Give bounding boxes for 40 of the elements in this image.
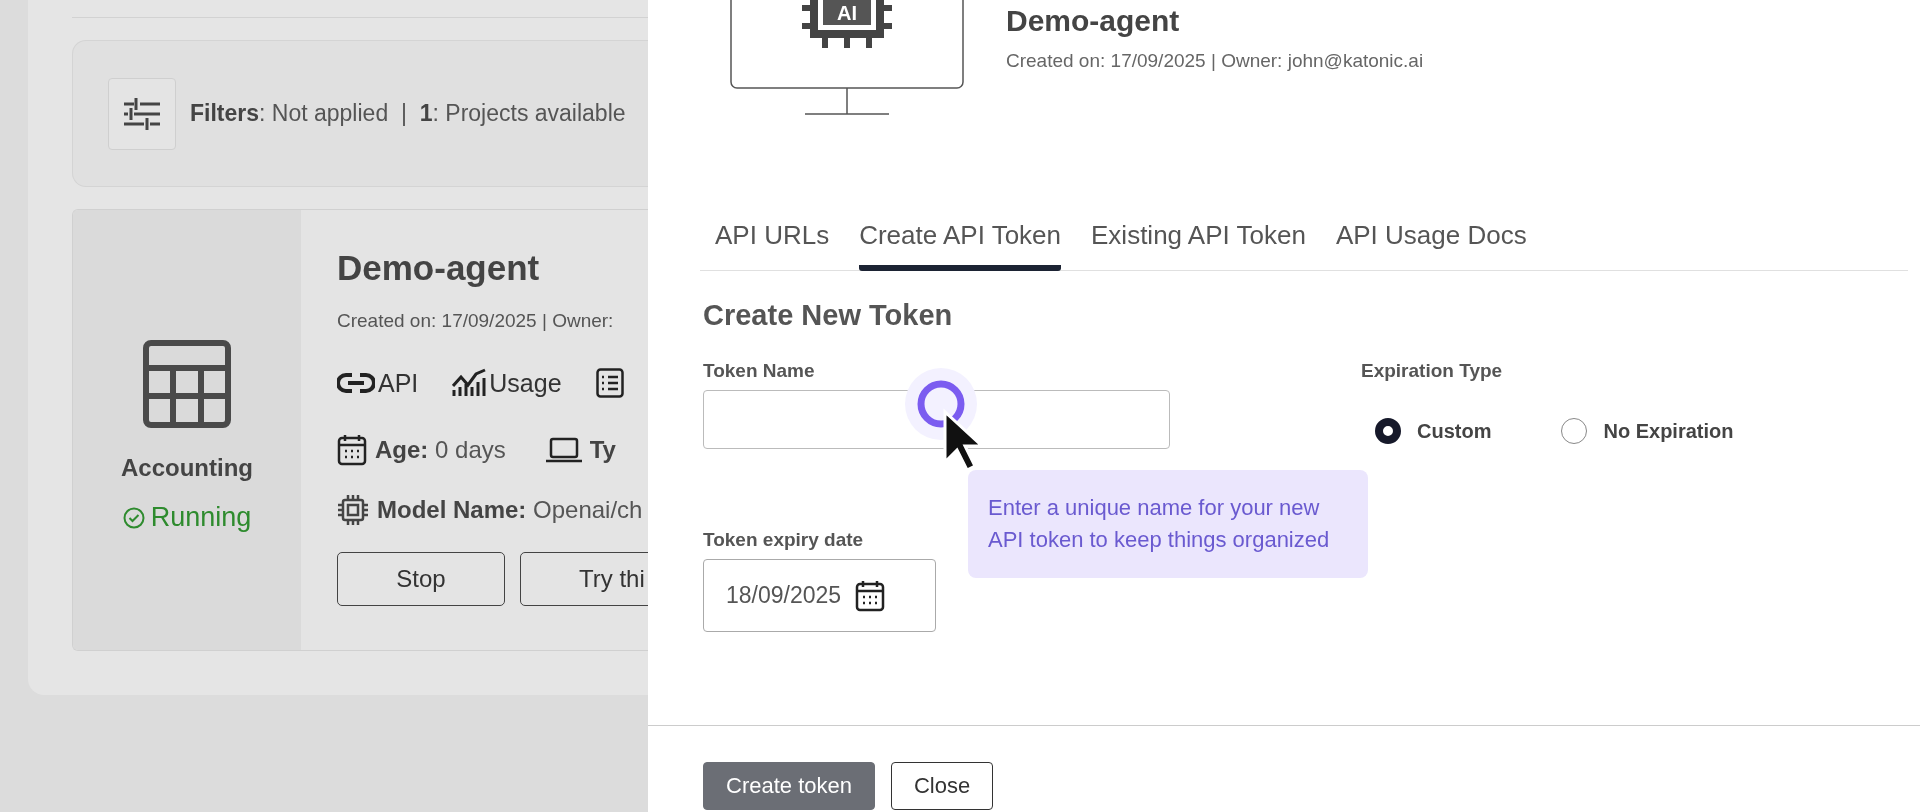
- project-title: Demo-agent: [337, 248, 541, 288]
- age-text: Age: 0 days: [375, 436, 506, 464]
- create-button[interactable]: Create token: [703, 762, 875, 810]
- project-meta: Created on: 17/09/2025 | Owner:: [337, 310, 615, 332]
- table-icon: [143, 340, 231, 428]
- card-link[interactable]: API: [337, 368, 419, 398]
- filter-summary: Filters: Not applied | 1: Projects available: [190, 100, 626, 127]
- list-icon: [595, 368, 624, 398]
- link-icon: [337, 372, 375, 394]
- type-text: Ty: [589, 436, 616, 464]
- card-button[interactable]: Stop: [337, 552, 505, 606]
- filter-icon: [124, 97, 160, 130]
- check-circle-icon: [122, 506, 145, 529]
- chart-icon: [452, 368, 487, 398]
- field-label: Token Name: [703, 360, 815, 382]
- category-label: Accounting: [121, 454, 253, 482]
- tab[interactable]: Existing API Token: [1091, 220, 1306, 271]
- tab[interactable]: API URLs: [715, 220, 830, 271]
- radio-option[interactable]: Custom: [1375, 418, 1492, 444]
- model-text: Model Name: Openai/ch: [377, 496, 643, 524]
- tooltip: Enter a unique name for your new API token to keep things organized: [968, 470, 1368, 578]
- drawer-meta: Created on: 17/09/2025 | Owner: john@katonic.ai: [1006, 50, 1424, 72]
- radio-icon[interactable]: [1375, 418, 1401, 444]
- field-label: Token expiry date: [703, 529, 864, 551]
- calendar-icon: [855, 579, 886, 612]
- tab[interactable]: Create API Token: [859, 220, 1062, 271]
- filter-button[interactable]: [108, 77, 176, 150]
- close-button[interactable]: Close: [890, 762, 994, 810]
- form-heading: Create New Token: [703, 299, 954, 332]
- card-link[interactable]: Usage: [452, 368, 562, 398]
- date-field[interactable]: 18/09/2025: [703, 559, 936, 632]
- tab[interactable]: API Usage Docs: [1335, 220, 1527, 271]
- field-label: Expiration Type: [1361, 360, 1503, 382]
- radio-option[interactable]: No Expiration: [1561, 418, 1734, 444]
- radio-icon[interactable]: [1561, 418, 1588, 444]
- laptop-icon: [545, 437, 582, 463]
- chip-icon: [337, 494, 369, 526]
- drawer-title: Demo-agent: [1006, 4, 1181, 38]
- calendar-icon: [337, 434, 367, 466]
- status-label: Running: [122, 502, 252, 533]
